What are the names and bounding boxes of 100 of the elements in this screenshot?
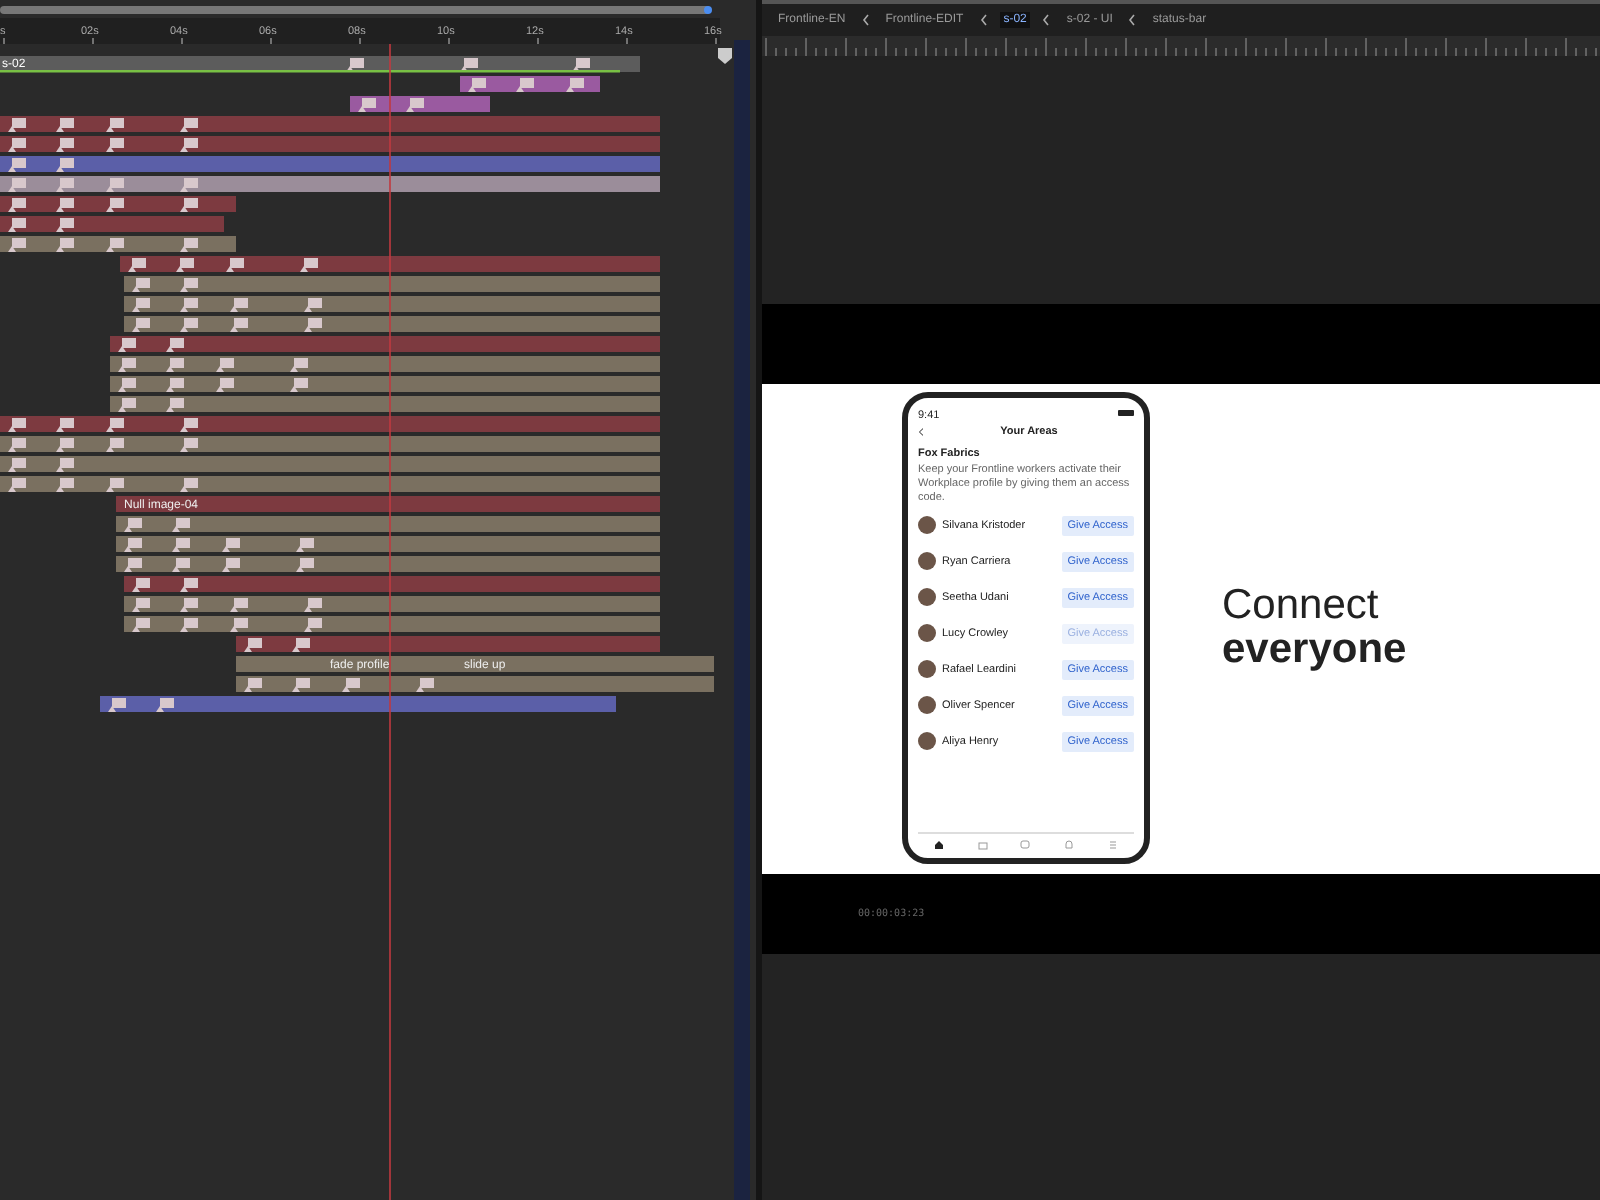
keyframe-marker[interactable] [216, 378, 234, 392]
keyframe-marker[interactable] [300, 258, 318, 272]
keyframe-marker[interactable] [56, 418, 74, 432]
layer-bar[interactable] [124, 296, 660, 312]
layer-bar[interactable] [124, 316, 660, 332]
keyframe-marker[interactable] [124, 518, 142, 532]
keyframe-marker[interactable] [56, 438, 74, 452]
keyframe-marker[interactable] [8, 158, 26, 172]
keyframe-marker[interactable] [304, 318, 322, 332]
keyframe-marker[interactable] [118, 398, 136, 412]
keyframe-marker[interactable] [292, 678, 310, 692]
keyframe-marker[interactable] [180, 178, 198, 192]
keyframe-marker[interactable] [106, 138, 124, 152]
keyframe-marker[interactable] [296, 538, 314, 552]
keyframe-marker[interactable] [56, 218, 74, 232]
keyframe-marker[interactable] [406, 98, 424, 112]
keyframe-marker[interactable] [8, 198, 26, 212]
keyframe-marker[interactable] [226, 258, 244, 272]
keyframe-marker[interactable] [180, 478, 198, 492]
layer-bar[interactable] [120, 256, 660, 272]
keyframe-marker[interactable] [180, 118, 198, 132]
keyframe-marker[interactable] [106, 178, 124, 192]
keyframe-marker[interactable] [56, 458, 74, 472]
keyframe-marker[interactable] [166, 398, 184, 412]
keyframe-marker[interactable] [124, 558, 142, 572]
keyframe-marker[interactable] [106, 118, 124, 132]
layer-bar[interactable] [0, 216, 224, 232]
layer-bar[interactable] [124, 616, 660, 632]
keyframe-marker[interactable] [292, 638, 310, 652]
layer-bar[interactable] [0, 476, 660, 492]
keyframe-marker[interactable] [106, 478, 124, 492]
keyframe-marker[interactable] [572, 58, 590, 72]
layer-bar[interactable] [0, 436, 660, 452]
layer-bar[interactable] [236, 636, 660, 652]
keyframe-marker[interactable] [296, 558, 314, 572]
home-icon[interactable] [934, 840, 945, 850]
layer-bar[interactable] [116, 516, 660, 532]
keyframe-marker[interactable] [180, 438, 198, 452]
keyframe-marker[interactable] [516, 78, 534, 92]
keyframe-marker[interactable] [180, 418, 198, 432]
keyframe-marker[interactable] [230, 298, 248, 312]
keyframe-marker[interactable] [8, 238, 26, 252]
keyframe-marker[interactable] [342, 678, 360, 692]
keyframe-marker[interactable] [304, 598, 322, 612]
keyframe-marker[interactable] [108, 698, 126, 712]
layer-bar[interactable] [0, 416, 660, 432]
layer-bar[interactable] [110, 396, 660, 412]
keyframe-marker[interactable] [180, 138, 198, 152]
keyframe-marker[interactable] [132, 298, 150, 312]
keyframe-marker[interactable] [216, 358, 234, 372]
keyframe-marker[interactable] [180, 318, 198, 332]
keyframe-marker[interactable] [172, 538, 190, 552]
keyframe-marker[interactable] [230, 618, 248, 632]
keyframe-marker[interactable] [346, 58, 364, 72]
keyframe-marker[interactable] [8, 218, 26, 232]
keyframe-marker[interactable] [56, 238, 74, 252]
keyframe-marker[interactable] [468, 78, 486, 92]
keyframe-marker[interactable] [106, 238, 124, 252]
keyframe-marker[interactable] [106, 198, 124, 212]
keyframe-marker[interactable] [358, 98, 376, 112]
layer-bar[interactable] [0, 136, 660, 152]
keyframe-marker[interactable] [118, 378, 136, 392]
keyframe-marker[interactable] [180, 278, 198, 292]
keyframe-marker[interactable] [244, 678, 262, 692]
layer-bar[interactable] [236, 656, 714, 672]
keyframe-marker[interactable] [304, 618, 322, 632]
keyframe-marker[interactable] [222, 538, 240, 552]
keyframe-marker[interactable] [172, 558, 190, 572]
keyframe-marker[interactable] [124, 538, 142, 552]
layer-bar[interactable] [116, 496, 660, 512]
keyframe-marker[interactable] [166, 358, 184, 372]
keyframe-marker[interactable] [8, 138, 26, 152]
keyframe-marker[interactable] [180, 598, 198, 612]
keyframe-marker[interactable] [56, 158, 74, 172]
keyframe-marker[interactable] [156, 698, 174, 712]
layer-bar[interactable] [110, 356, 660, 372]
bell-icon[interactable] [1064, 840, 1075, 850]
layer-bar[interactable] [116, 536, 660, 552]
keyframe-marker[interactable] [180, 298, 198, 312]
keyframe-marker[interactable] [566, 78, 584, 92]
keyframe-marker[interactable] [416, 678, 434, 692]
layer-bar[interactable] [124, 596, 660, 612]
chat-icon[interactable] [1020, 840, 1031, 850]
keyframe-marker[interactable] [166, 338, 184, 352]
scroll-handle-icon[interactable] [704, 6, 712, 14]
keyframe-marker[interactable] [230, 598, 248, 612]
layer-bar[interactable] [116, 556, 660, 572]
keyframe-marker[interactable] [56, 138, 74, 152]
keyframe-marker[interactable] [222, 558, 240, 572]
keyframe-marker[interactable] [290, 358, 308, 372]
keyframe-marker[interactable] [8, 418, 26, 432]
keyframe-marker[interactable] [180, 618, 198, 632]
layer-bar[interactable] [110, 376, 660, 392]
keyframe-marker[interactable] [166, 378, 184, 392]
store-icon[interactable] [977, 840, 988, 850]
keyframe-marker[interactable] [8, 438, 26, 452]
keyframe-marker[interactable] [56, 478, 74, 492]
keyframe-marker[interactable] [244, 638, 262, 652]
layer-bar[interactable] [0, 456, 660, 472]
keyframe-marker[interactable] [132, 278, 150, 292]
